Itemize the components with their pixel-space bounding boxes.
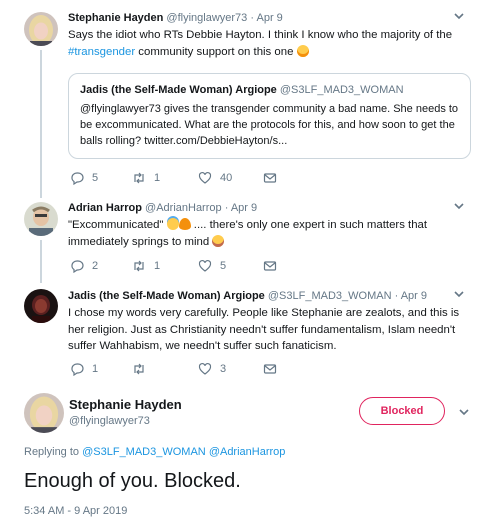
main-display-name[interactable]: Stephanie Hayden: [69, 397, 182, 412]
thread-line: [40, 50, 42, 198]
message-icon: [263, 261, 277, 271]
timestamp[interactable]: Apr 9: [231, 202, 257, 214]
quote-handle: @S3LF_MAD3_WOMAN: [279, 84, 404, 96]
tweet-3[interactable]: Jadis (the Self-Made Woman) Argiope @S3L…: [0, 285, 487, 385]
chevron-down-icon[interactable]: [458, 407, 470, 417]
quote-text: @flyinglawyer73 gives the transgender co…: [80, 103, 459, 147]
like-icon: [198, 171, 212, 184]
like-count: 5: [220, 260, 227, 272]
handle[interactable]: @AdrianHarrop: [145, 202, 222, 214]
separator: ·: [224, 202, 229, 214]
handle[interactable]: @flyinglawyer73: [166, 12, 247, 24]
quoted-tweet[interactable]: Jadis (the Self-Made Woman) Argiope @S3L…: [68, 73, 471, 159]
tweet-actions: 5 1 40: [70, 171, 290, 185]
like-count: 40: [220, 172, 233, 184]
reply-icon: [71, 260, 84, 273]
like-icon: [198, 362, 212, 375]
message-button[interactable]: [263, 259, 277, 273]
chevron-down-icon[interactable]: [453, 11, 465, 21]
handle[interactable]: @S3LF_MAD3_WOMAN: [268, 290, 392, 302]
retweet-button[interactable]: 1: [132, 259, 160, 273]
smirk-face-emoji-icon: [212, 234, 225, 247]
main-tweet-text: Enough of you. Blocked.: [24, 470, 241, 492]
retweet-icon: [134, 260, 144, 272]
retweet-count: 1: [154, 260, 161, 272]
separator: ·: [250, 12, 255, 24]
reply-icon: [71, 172, 84, 185]
reply-count: 1: [92, 363, 99, 375]
message-button[interactable]: [263, 171, 277, 185]
retweet-button[interactable]: 1: [132, 171, 160, 185]
tweet-text: Says the idiot who RTs Debbie Hayton. I …: [68, 29, 453, 58]
reply-count: 5: [92, 172, 99, 184]
separator: ·: [394, 290, 399, 302]
avatar-jadis[interactable]: [24, 289, 58, 323]
quote-display-name: Jadis (the Self-Made Woman) Argiope: [80, 84, 277, 96]
hashtag-link[interactable]: #transgender: [68, 46, 135, 58]
replying-to: Replying to @S3LF_MAD3_WOMAN @AdrianHarr…: [24, 446, 286, 458]
retweet-icon: [134, 172, 144, 184]
like-button[interactable]: 3: [198, 362, 226, 376]
thread-line: [40, 240, 42, 283]
like-button[interactable]: 40: [198, 171, 232, 185]
avatar-stephanie-hayden[interactable]: [24, 393, 64, 433]
display-name[interactable]: Stephanie Hayden: [68, 12, 163, 24]
avatar-stephanie-hayden[interactable]: [24, 12, 58, 46]
tweet-text: I chose my words very carefully. People …: [68, 307, 460, 352]
like-button[interactable]: 5: [198, 259, 226, 273]
retweet-count: 1: [154, 172, 161, 184]
display-name[interactable]: Jadis (the Self-Made Woman) Argiope: [68, 290, 265, 302]
blocked-button[interactable]: Blocked: [359, 397, 445, 425]
message-button[interactable]: [263, 362, 277, 376]
message-icon: [263, 364, 277, 374]
mention-link[interactable]: @S3LF_MAD3_WOMAN: [82, 446, 206, 458]
timestamp[interactable]: Apr 9: [256, 12, 282, 24]
avatar-adrian-harrop[interactable]: [24, 202, 58, 236]
like-icon: [198, 259, 212, 272]
reply-button[interactable]: 1: [70, 362, 98, 376]
fire-emoji-icon: [178, 218, 191, 230]
main-timestamp[interactable]: 5:34 AM - 9 Apr 2019: [24, 505, 127, 517]
mention-link[interactable]: @AdrianHarrop: [209, 446, 286, 458]
display-name[interactable]: Adrian Harrop: [68, 202, 142, 214]
like-count: 3: [220, 363, 227, 375]
reply-icon: [71, 363, 84, 376]
retweet-icon: [134, 363, 144, 375]
reply-button[interactable]: 5: [70, 171, 98, 185]
main-handle[interactable]: @flyinglawyer73: [69, 415, 150, 427]
retweet-button[interactable]: [132, 362, 154, 376]
reply-button[interactable]: 2: [70, 259, 98, 273]
halo-face-emoji-icon: [166, 218, 179, 230]
reply-count: 2: [92, 260, 99, 272]
tweet-actions: 2 1 5: [70, 259, 290, 273]
chevron-down-icon[interactable]: [453, 289, 465, 299]
message-icon: [263, 173, 277, 183]
timestamp[interactable]: Apr 9: [401, 290, 427, 302]
tweet-2[interactable]: Adrian Harrop @AdrianHarrop · Apr 9 "Exc…: [0, 195, 487, 285]
chevron-down-icon[interactable]: [453, 201, 465, 211]
tweet-1[interactable]: Stephanie Hayden @flyinglawyer73 · Apr 9…: [0, 0, 487, 198]
tweet-text: "Excommunicated" .... there's only one e…: [68, 218, 428, 248]
tweet-actions: 1 3: [70, 362, 290, 376]
tears-of-joy-emoji-icon: [296, 44, 309, 57]
